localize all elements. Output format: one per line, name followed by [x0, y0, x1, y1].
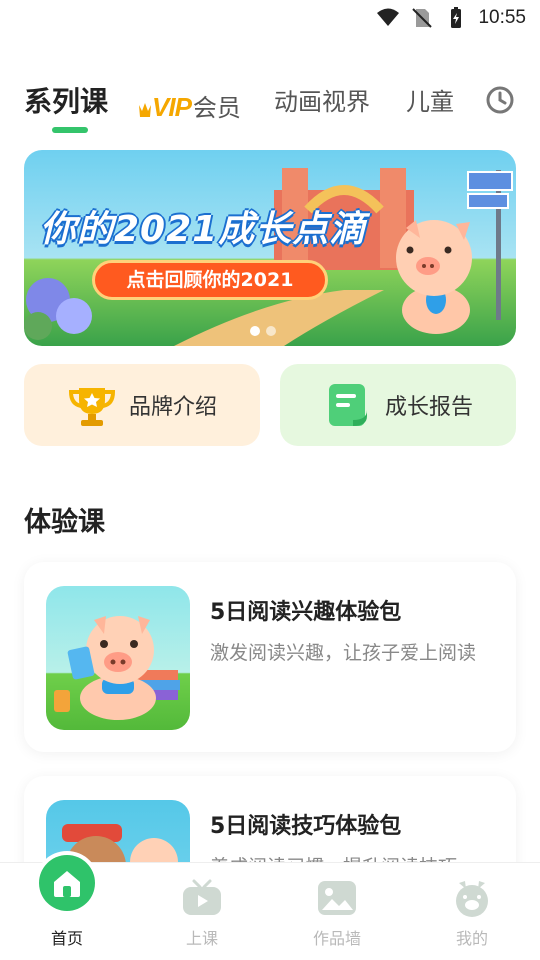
crown-icon — [139, 103, 151, 117]
nav-class[interactable]: 上课 — [142, 863, 262, 960]
tv-icon — [183, 879, 221, 915]
promo-banner[interactable]: 你的2021成长点滴 点击回顾你的2021 — [24, 150, 516, 346]
history-clock-icon[interactable] — [484, 84, 516, 116]
tab-animation[interactable]: 动画视界 — [274, 82, 370, 117]
gallery-icon — [318, 881, 356, 915]
nav-home-label: 首页 — [50, 929, 83, 948]
tab-vip[interactable]: VIP 会员 — [138, 88, 241, 123]
nav-mine[interactable]: 我的 — [412, 863, 532, 960]
course-card[interactable]: 5日阅读兴趣体验包 激发阅读兴趣，让孩子爱上阅读 — [24, 562, 516, 752]
pager-dot-active — [250, 326, 260, 336]
nav-mine-label: 我的 — [455, 929, 488, 948]
nav-home[interactable]: 首页 — [7, 855, 127, 960]
report-icon — [328, 384, 367, 426]
battery-icon — [451, 7, 462, 28]
growth-report-button[interactable]: 成长报告 — [280, 364, 516, 446]
bottom-nav: 首页 上课 作品墙 我的 — [0, 855, 540, 960]
banner-title: 你的2021成长点滴 — [40, 209, 367, 250]
clock: 10:55 — [478, 7, 526, 28]
brand-intro-button[interactable]: 品牌介绍 — [24, 364, 260, 446]
home-icon — [54, 871, 80, 897]
nav-gallery-label: 作品墙 — [312, 929, 361, 948]
no-sim-icon — [412, 8, 433, 28]
course-title: 5日阅读技巧体验包 — [210, 814, 402, 839]
nav-class-label: 上课 — [185, 929, 218, 948]
banner-cta-button[interactable]: 点击回顾你的2021 — [92, 260, 328, 300]
pig-face-icon — [456, 881, 488, 917]
trophy-icon — [68, 388, 115, 426]
banner-pager — [250, 326, 276, 336]
top-tabs: 系列课 VIP 会员 动画视界 儿童 — [0, 76, 540, 136]
nav-gallery[interactable]: 作品墙 — [277, 863, 397, 960]
section-title-trial: 体验课 — [24, 507, 105, 538]
tab-series[interactable]: 系列课 — [24, 80, 108, 120]
pager-dot — [266, 326, 276, 336]
tab-active-indicator — [52, 127, 88, 133]
course-thumbnail — [46, 586, 190, 730]
growth-report-label: 成长报告 — [384, 395, 473, 420]
course-subtitle: 激发阅读兴趣，让孩子爱上阅读 — [210, 642, 477, 664]
course-title: 5日阅读兴趣体验包 — [210, 600, 402, 625]
status-bar: 10:55 — [0, 0, 540, 36]
brand-intro-label: 品牌介绍 — [128, 395, 217, 420]
vip-label: VIP — [152, 92, 192, 122]
tab-member-label: 会员 — [192, 94, 241, 122]
tab-children[interactable]: 儿童 — [406, 82, 460, 117]
wifi-icon — [377, 8, 400, 26]
